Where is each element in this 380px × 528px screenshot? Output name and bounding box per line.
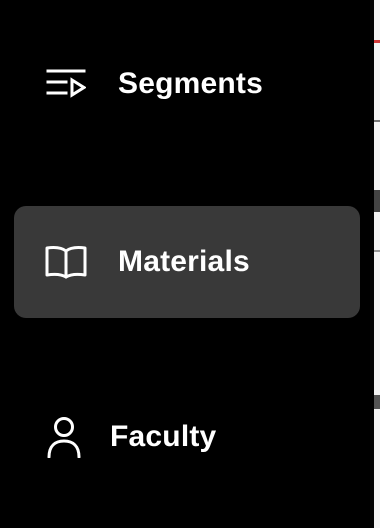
sidebar-nav: Segments Materials Faculty (0, 0, 374, 528)
sidebar-item-segments[interactable]: Segments (14, 28, 360, 140)
sidebar-item-faculty[interactable]: Faculty (14, 381, 360, 493)
divider-line (374, 190, 380, 212)
divider-line (374, 395, 380, 409)
sidebar-item-materials[interactable]: Materials (14, 206, 360, 318)
divider-line (374, 120, 380, 122)
divider-line (374, 250, 380, 252)
person-icon (42, 415, 86, 459)
playlist-play-icon (44, 62, 88, 106)
sidebar-item-label: Faculty (110, 420, 217, 453)
sidebar-item-label: Segments (118, 67, 263, 100)
sidebar-item-label: Materials (118, 245, 250, 278)
accent-line (374, 40, 380, 43)
open-book-icon (44, 240, 88, 284)
background-content-edge (374, 0, 380, 528)
